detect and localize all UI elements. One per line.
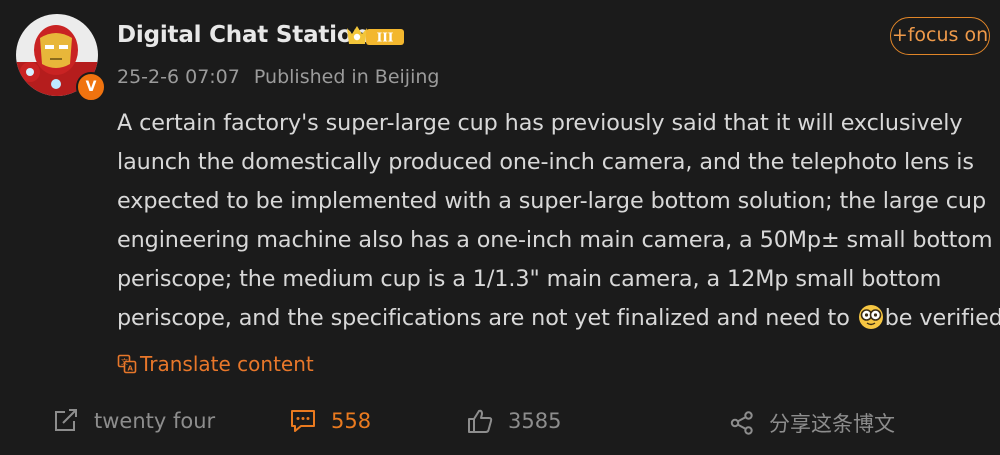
post-location: Published in Beijing (253, 66, 440, 88)
post-line: engineering machine also has a one-inch … (117, 227, 993, 253)
repost-count: twenty four (94, 409, 216, 433)
comment-icon (291, 410, 315, 432)
rank-badge-label: III (377, 31, 394, 45)
translate-icon: 文 A (117, 354, 137, 374)
post-line: A certain factory's super-large cup has … (117, 110, 963, 136)
share-label: 分享这条博文 (769, 412, 895, 436)
like-count: 3585 (508, 409, 562, 433)
translate-button[interactable]: 文 A Translate content (117, 352, 314, 376)
svg-text:A: A (128, 365, 134, 373)
author-name[interactable]: Digital Chat Station (117, 22, 369, 48)
post-line: expected to be implemented with a super-… (117, 188, 987, 214)
nerd-face-emoji-icon (858, 305, 883, 329)
like-button[interactable]: 3585 (466, 408, 561, 434)
verified-badge: V (76, 72, 106, 102)
comment-count: 558 (331, 409, 372, 433)
rank-badge-icon: III (347, 26, 404, 45)
thumbs-up-icon (468, 409, 493, 433)
post-body: A certain factory's super-large cup has … (117, 104, 1000, 338)
share-button[interactable]: 分享这条博文 (729, 408, 895, 438)
post-line: periscope; the medium cup is a 1/1.3" ma… (117, 266, 942, 292)
share-icon (730, 411, 753, 435)
repost-icon (55, 409, 77, 431)
follow-button[interactable]: +focus on (890, 17, 990, 55)
comment-button[interactable]: 558 (289, 408, 371, 434)
repost-button[interactable]: twenty four (52, 408, 215, 434)
post-line-last: periscope, and the specifications are no… (117, 299, 1000, 338)
post-line: launch the domestically produced one-inc… (117, 149, 974, 175)
post-text: periscope, and the specifications are no… (117, 305, 857, 331)
post-meta: 25-2-6 07:07 Published in Beijing (117, 66, 439, 88)
translate-label: Translate content (140, 352, 314, 376)
post-text: be verified (884, 305, 1000, 331)
post-date: 25-2-6 07:07 (117, 66, 240, 88)
action-toolbar: twenty four 558 3585 分享这条博文 (0, 408, 1000, 442)
